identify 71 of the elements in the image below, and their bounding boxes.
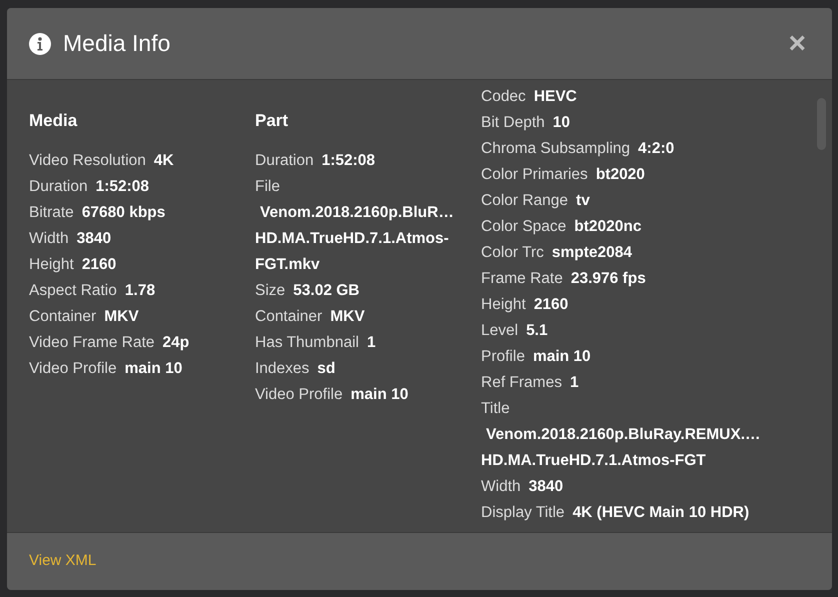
field-label: Title	[481, 400, 510, 417]
field-value: 1.78	[124, 282, 156, 299]
field-value: FGT.mkv	[255, 255, 321, 275]
field-label: Level	[481, 322, 518, 339]
dialog-title: Media Info	[63, 29, 170, 58]
field-value: sd	[317, 360, 336, 377]
field-value: 3840	[528, 478, 564, 495]
field-value: 4K (HEVC Main 10 HDR)	[572, 504, 750, 521]
field-value: bt2020nc	[574, 218, 642, 235]
field-label: File	[255, 178, 280, 195]
field-value: 1:52:08	[322, 152, 376, 169]
field-value: 1	[366, 334, 376, 351]
field-value: tv	[576, 192, 590, 209]
field-label: Size	[255, 282, 286, 299]
field-label: Width	[481, 478, 521, 495]
field-value: main 10	[350, 386, 408, 403]
field-value: MKV	[104, 308, 139, 325]
field-label: Indexes	[255, 360, 310, 377]
field-value: 4:2:0	[638, 140, 674, 157]
field-label: Chroma Subsampling	[481, 140, 630, 157]
field-value: 10	[552, 114, 570, 131]
field-label: Duration	[29, 178, 88, 195]
field-label: Color Range	[481, 192, 568, 209]
field-value: 53.02 GB	[293, 282, 360, 299]
field-label: Container	[255, 308, 322, 325]
field-value: 5.1	[526, 322, 548, 339]
field-label: Height	[481, 296, 526, 313]
field-label: Video Resolution	[29, 152, 146, 169]
field-value: 67680 kbps	[82, 204, 166, 221]
field-label: Color Primaries	[481, 166, 588, 183]
field-label: Frame Rate	[481, 270, 563, 287]
view-xml-link[interactable]: View XML	[29, 550, 96, 573]
field-value: Venom.2018.2160p.BluRay.REMUX.…	[485, 425, 761, 445]
field-value: main 10	[124, 360, 182, 377]
field-value: HD.MA.TrueHD.7.1.Atmos-FGT	[481, 451, 707, 471]
field-label: Color Space	[481, 218, 566, 235]
field-label: Container	[29, 308, 96, 325]
field-label: Aspect Ratio	[29, 282, 117, 299]
section-heading: Part	[255, 110, 290, 132]
field-label: Codec	[481, 88, 526, 105]
field-value: 2160	[534, 296, 568, 313]
field-value: 2160	[82, 256, 116, 273]
field-value: smpte2084	[552, 244, 632, 261]
field-value: 23.976 fps	[570, 270, 646, 287]
field-label: Color Trc	[481, 244, 544, 261]
field-label: Ref Frames	[481, 374, 562, 391]
field-value: 1:52:08	[96, 178, 150, 195]
field-value: bt2020	[596, 166, 645, 183]
field-label: Width	[29, 230, 69, 247]
field-value: 3840	[76, 230, 112, 247]
field-value: 4K	[154, 152, 174, 169]
field-label: Video Profile	[255, 386, 343, 403]
info-icon	[29, 32, 51, 54]
field-label: Bit Depth	[481, 114, 545, 131]
field-value: 24p	[162, 334, 190, 351]
field-label: Height	[29, 256, 74, 273]
field-value: HD.MA.TrueHD.7.1.Atmos-	[255, 229, 450, 249]
field-value: main 10	[532, 348, 591, 365]
field-label: Duration	[255, 152, 314, 169]
field-value: 1	[570, 374, 579, 391]
section-heading: Media	[29, 110, 78, 132]
field-label: Video Frame Rate	[29, 334, 154, 351]
field-label: Display Title	[481, 504, 565, 521]
field-label: Profile	[481, 348, 525, 365]
field-label: Video Profile	[29, 360, 117, 377]
close-button[interactable]: ×	[784, 28, 810, 58]
field-value: MKV	[330, 308, 365, 325]
field-label: Has Thumbnail	[255, 334, 359, 351]
field-label: Bitrate	[29, 204, 74, 221]
field-value: Venom.2018.2160p.BluR…	[259, 203, 454, 223]
field-value: HEVC	[534, 88, 577, 105]
